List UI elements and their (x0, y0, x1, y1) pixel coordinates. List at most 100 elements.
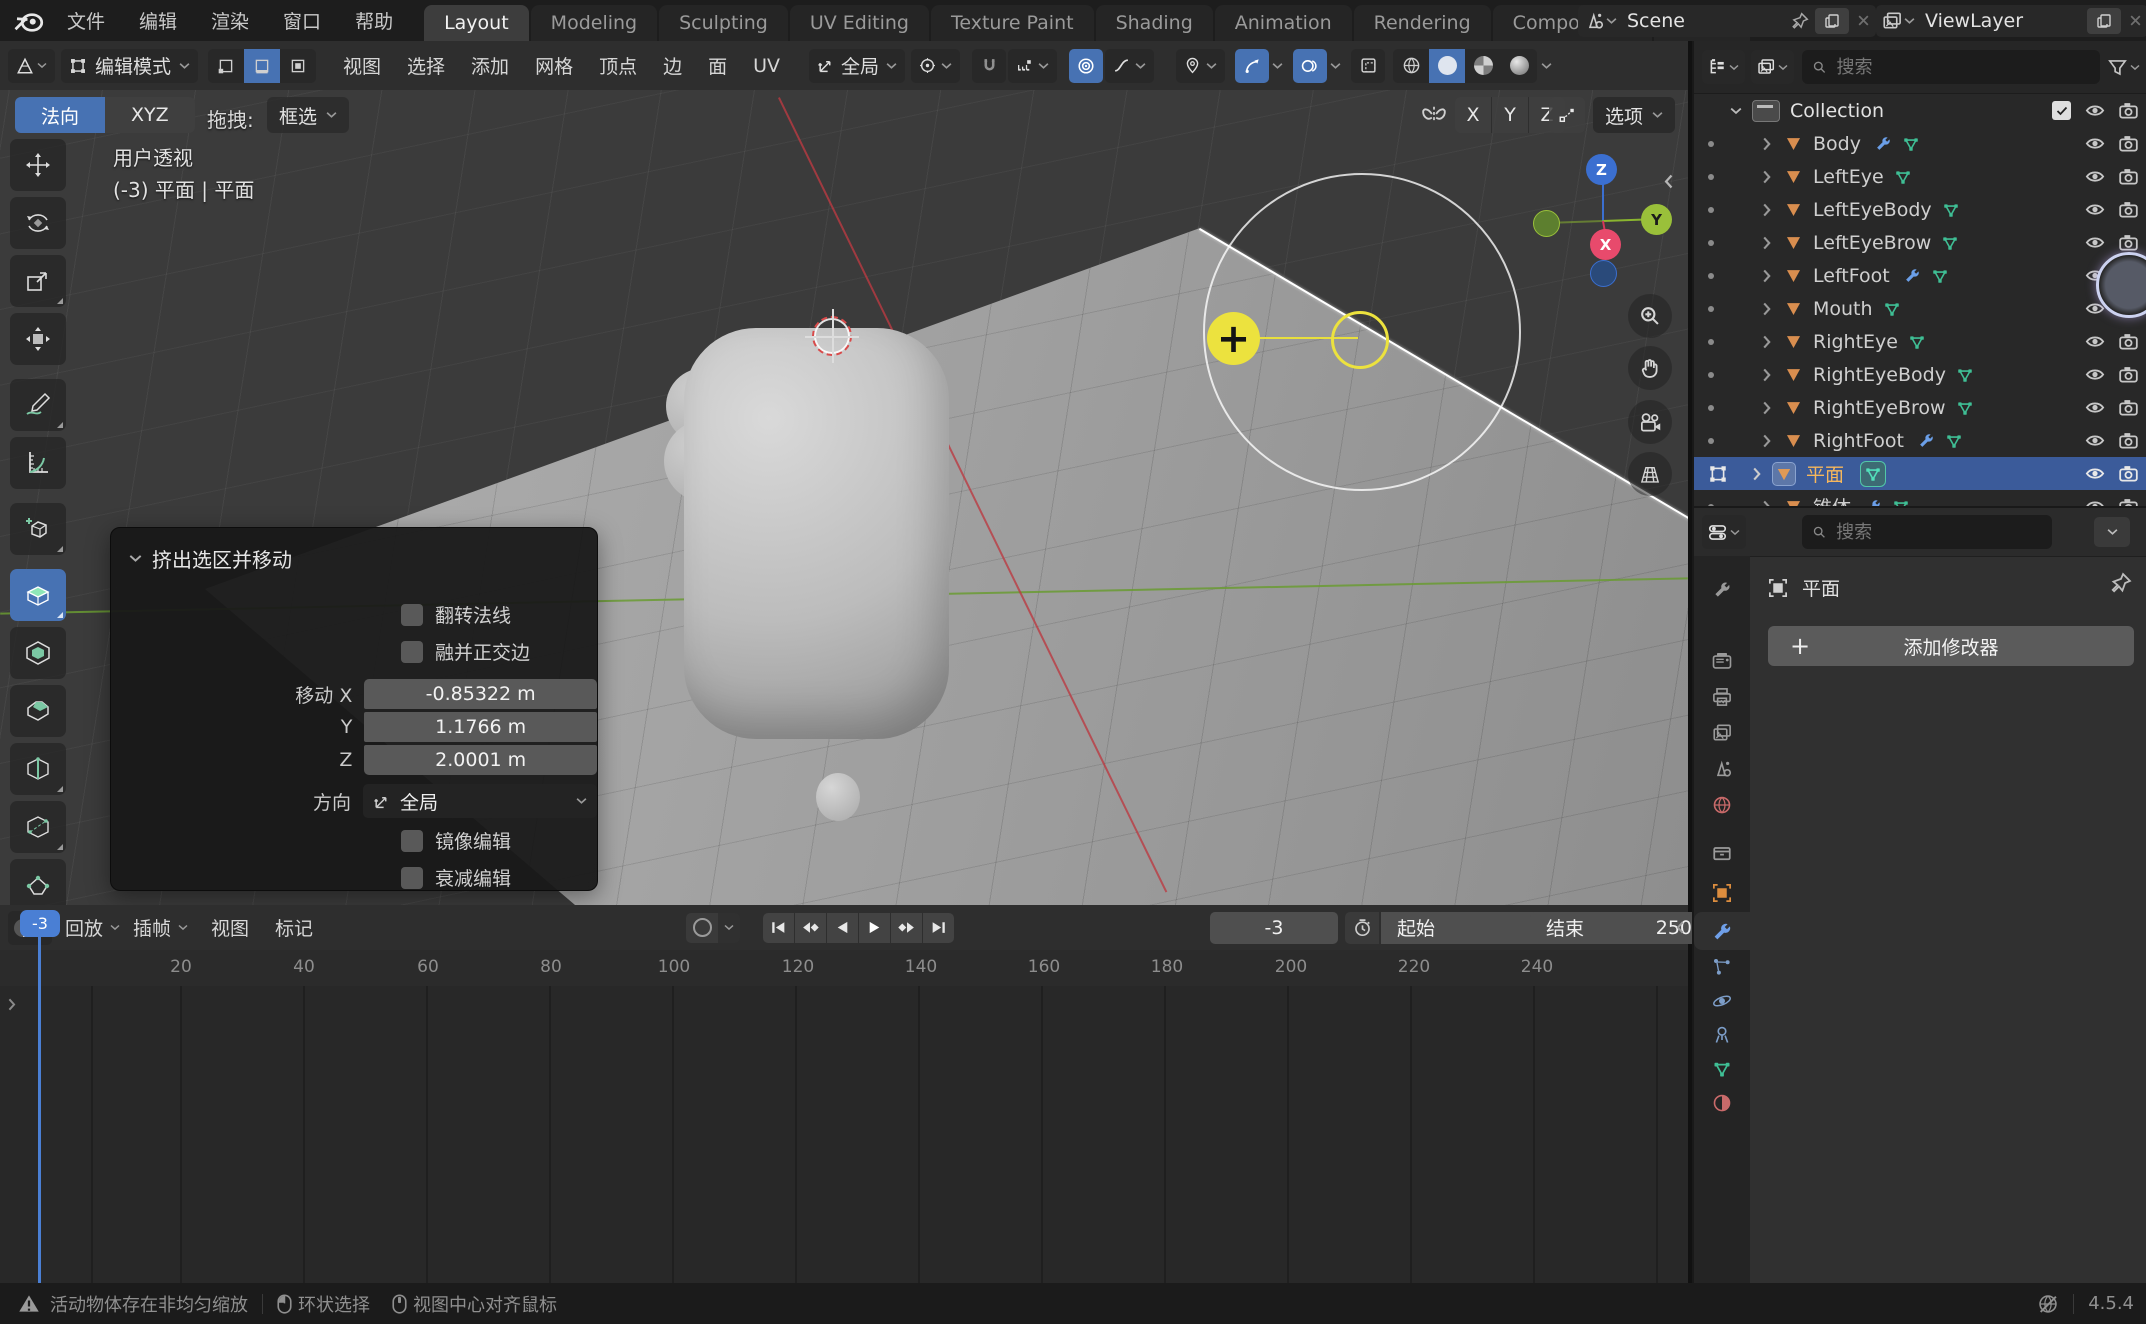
move-x-field[interactable]: -0.85322 m (364, 679, 597, 709)
extrude-normal-button[interactable]: 法向 (15, 97, 105, 133)
outliner-row[interactable]: Body (1694, 127, 2146, 160)
playhead[interactable]: -3 (20, 910, 60, 937)
outliner-row[interactable]: RightEyeBody (1694, 358, 2146, 391)
gizmo-y-axis[interactable]: Y (1641, 204, 1672, 235)
shading-rendered-button[interactable] (1501, 49, 1537, 83)
current-frame-field[interactable]: -3 (1210, 912, 1338, 944)
operator-panel-header[interactable]: 挤出选区并移动 (111, 528, 597, 573)
hide-icon[interactable] (2085, 202, 2105, 217)
view-layer-selector[interactable]: ViewLayer (1876, 5, 2146, 37)
tab-modeling[interactable]: Modeling (531, 5, 657, 41)
menu-keying[interactable]: 插帧 (120, 914, 184, 941)
xray-toggle[interactable] (1351, 49, 1385, 83)
tool-knife[interactable] (10, 801, 66, 853)
axis-y-button[interactable]: Y (1491, 97, 1529, 133)
tool-measure[interactable] (10, 437, 66, 489)
tab-uv-editing[interactable]: UV Editing (790, 5, 929, 41)
render-visibility-icon[interactable] (2119, 234, 2138, 251)
outliner-row[interactable]: LeftFoot (1694, 259, 2146, 292)
tab-shading[interactable]: Shading (1096, 5, 1213, 41)
orthographic-view-button[interactable] (1628, 452, 1672, 496)
pan-view-button[interactable] (1628, 346, 1672, 390)
tab-render[interactable] (1694, 642, 1750, 680)
render-visibility-icon[interactable] (2119, 201, 2138, 218)
orientation-dropdown[interactable]: 全局 (363, 784, 597, 818)
next-keyframe-button[interactable] (891, 913, 922, 943)
options-dropdown[interactable]: 选项 (1593, 97, 1675, 133)
extrude-xyz-button[interactable]: XYZ (105, 97, 195, 133)
hide-icon[interactable] (2085, 367, 2105, 382)
tool-annotate[interactable] (10, 379, 66, 431)
select-mode-edge-button[interactable] (244, 49, 280, 83)
dissolve-ortho-checkbox[interactable] (401, 641, 423, 663)
editor-type-properties-button[interactable] (1702, 515, 1746, 549)
scene-selector[interactable]: Scene (1578, 5, 1876, 37)
tool-bevel[interactable] (10, 685, 66, 737)
unlink-scene-icon[interactable] (1857, 14, 1870, 27)
move-y-field[interactable]: 1.1766 m (364, 712, 597, 742)
tool-scale[interactable] (10, 255, 66, 307)
channel-expand-icon[interactable] (8, 998, 16, 1011)
outliner-filter-dropdown[interactable] (2108, 59, 2140, 76)
character-body-object[interactable] (684, 328, 949, 739)
gizmos-dropdown-icon[interactable] (1272, 62, 1283, 70)
tool-add-cube[interactable] (10, 503, 66, 555)
tool-loop-cut[interactable] (10, 743, 66, 795)
outliner-search[interactable] (1802, 50, 2100, 84)
pin-id-icon[interactable] (2110, 572, 2132, 594)
render-visibility-icon[interactable] (2119, 432, 2138, 449)
proportional-falloff-dropdown[interactable] (1105, 49, 1154, 83)
tab-output[interactable] (1694, 678, 1750, 716)
tab-animation[interactable]: Animation (1215, 5, 1352, 41)
menu-select[interactable]: 选择 (394, 52, 458, 79)
tool-move[interactable] (10, 139, 66, 191)
outliner-row[interactable]: RightEye (1694, 325, 2146, 358)
gizmo-y-negative[interactable] (1533, 210, 1560, 237)
transform-orientation-dropdown[interactable]: 全局 (809, 49, 905, 83)
menu-help[interactable]: 帮助 (338, 0, 410, 41)
hide-icon[interactable] (2085, 334, 2105, 349)
hide-icon[interactable] (2085, 400, 2105, 415)
gizmo-z-negative[interactable] (1590, 260, 1617, 287)
select-mode-vertex-button[interactable] (208, 49, 244, 83)
zoom-view-button[interactable] (1628, 294, 1672, 338)
timeline-editor[interactable]: 回放 插帧 视图 标记 -3 起始1 结束250 20 (0, 905, 1688, 1283)
tool-extrude-region[interactable] (10, 569, 66, 621)
render-visibility-icon[interactable] (2119, 168, 2138, 185)
snap-base-icon[interactable] (1549, 97, 1585, 133)
shading-wireframe-button[interactable] (1393, 49, 1429, 83)
properties-search[interactable] (1802, 515, 2052, 549)
gizmo-z-axis[interactable]: Z (1586, 154, 1617, 185)
properties-search-input[interactable] (1834, 521, 2042, 544)
menu-edit[interactable]: 编辑 (122, 0, 194, 41)
overlays-dropdown-icon[interactable] (1330, 62, 1341, 70)
editor-type-outliner-button[interactable] (1702, 50, 1745, 84)
tab-constraints[interactable] (1694, 1016, 1750, 1054)
menu-face[interactable]: 面 (695, 52, 740, 79)
new-scene-button[interactable] (1815, 8, 1849, 34)
jump-to-start-button[interactable] (763, 913, 794, 943)
collection-checkbox[interactable] (2052, 101, 2071, 120)
tab-sculpting[interactable]: Sculpting (659, 5, 788, 41)
tab-material[interactable] (1694, 1084, 1750, 1122)
hide-icon[interactable] (2085, 433, 2105, 448)
menu-timeline-view[interactable]: 视图 (198, 914, 262, 941)
outliner-row[interactable]: LeftEye (1694, 160, 2146, 193)
tab-rendering[interactable]: Rendering (1354, 5, 1491, 41)
render-visibility-icon[interactable] (2119, 102, 2138, 119)
tab-texture-paint[interactable]: Texture Paint (931, 5, 1094, 41)
tool-rotate[interactable] (10, 197, 66, 249)
hide-icon[interactable] (2085, 499, 2105, 506)
gizmo-x-axis[interactable]: X (1590, 229, 1621, 260)
menu-playback[interactable]: 回放 (52, 914, 116, 941)
drag-tool-dropdown[interactable]: 框选 (267, 97, 349, 133)
hide-icon[interactable] (2085, 136, 2105, 151)
pivot-point-dropdown[interactable] (911, 49, 960, 83)
menu-render[interactable]: 渲染 (194, 0, 266, 41)
tab-scene[interactable] (1694, 750, 1750, 788)
auto-keying-toggle[interactable] (686, 913, 740, 943)
tab-particles[interactable] (1694, 948, 1750, 986)
flip-normals-checkbox[interactable] (401, 604, 423, 626)
outliner-row[interactable]: Mouth (1694, 292, 2146, 325)
show-gizmo-dropdown[interactable] (1176, 49, 1225, 83)
